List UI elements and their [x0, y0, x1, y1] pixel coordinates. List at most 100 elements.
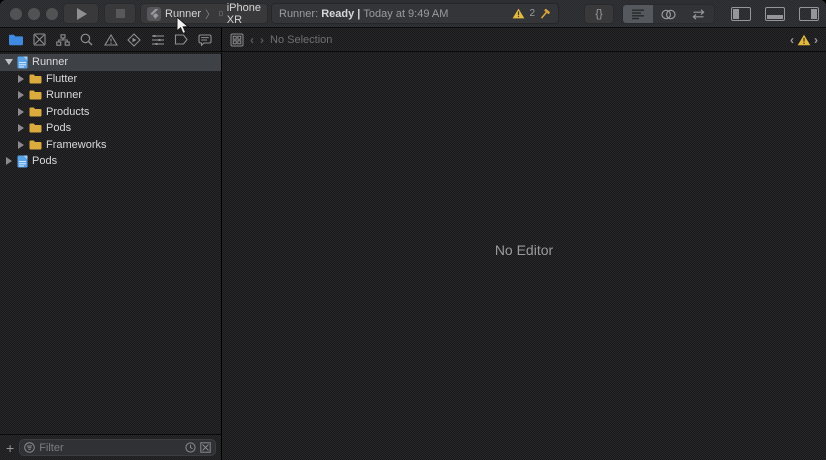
toggle-navigator-button[interactable]: [728, 5, 754, 23]
status-time: Today at 9:49 AM: [363, 7, 449, 20]
symbol-hierarchy-icon: [56, 33, 70, 46]
breakpoint-tag-icon: [175, 34, 189, 45]
tree-item-label: Flutter: [46, 72, 78, 85]
related-items-icon[interactable]: [230, 33, 244, 47]
toggle-debug-area-button[interactable]: [762, 5, 788, 23]
run-button[interactable]: [63, 3, 99, 24]
warning-triangle-icon: [513, 8, 525, 19]
standard-editor-icon: [632, 9, 645, 19]
navigator-filter-bar: +: [0, 434, 221, 460]
device-phone-icon: [219, 10, 223, 17]
window-close-button[interactable]: [10, 8, 22, 20]
test-diamond-icon: [127, 32, 141, 47]
play-icon: [77, 7, 87, 20]
tree-item-label: Products: [46, 105, 90, 118]
tree-item-label: Runner: [46, 89, 83, 102]
issue-warning-icon[interactable]: [797, 34, 811, 46]
tab-issue-navigator[interactable]: [102, 31, 120, 49]
flutter-target-icon: [147, 6, 161, 21]
toolbar: Runner 〉 iPhone XR Runner: Ready | Today…: [0, 0, 826, 28]
editor-mode-segmented-control: [622, 4, 715, 24]
folder-icon: [29, 140, 42, 150]
filter-input[interactable]: [39, 441, 182, 454]
tab-source-control-navigator[interactable]: [31, 31, 49, 49]
add-file-button[interactable]: +: [6, 441, 14, 455]
main-content: Runner Flutter Runner Products Pods Fram…: [0, 53, 826, 460]
filter-icon: [24, 442, 35, 453]
assistant-editor-icon: [661, 9, 676, 19]
editor-back-button[interactable]: ‹: [250, 33, 254, 47]
disclosure-triangle-icon[interactable]: [4, 59, 14, 66]
disclosure-triangle-icon[interactable]: [16, 91, 26, 100]
navigator-and-jump-bar: ‹ › No Selection ‹ ›: [0, 28, 826, 52]
folder-icon: [29, 107, 42, 117]
tree-item-label: Pods: [46, 122, 72, 135]
xcode-window: Runner 〉 iPhone XR Runner: Ready | Today…: [0, 0, 826, 460]
issue-triangle-icon: [103, 33, 118, 46]
editor-jump-bar: ‹ › No Selection ‹ ›: [222, 28, 826, 52]
tree-item-products-folder[interactable]: Products: [0, 104, 221, 121]
tab-find-navigator[interactable]: [78, 31, 96, 49]
recent-files-clock-icon[interactable]: [185, 442, 196, 453]
build-hammer-icon: [541, 8, 550, 18]
tab-test-navigator[interactable]: [125, 31, 143, 49]
disclosure-triangle-icon[interactable]: [16, 74, 26, 83]
window-minimize-button[interactable]: [28, 8, 40, 20]
warning-count: 2: [529, 8, 535, 19]
editor-forward-button[interactable]: ›: [260, 33, 264, 47]
folder-icon: [29, 90, 42, 100]
disclosure-triangle-icon[interactable]: [4, 157, 14, 166]
project-navigator-sidebar: Runner Flutter Runner Products Pods Fram…: [0, 53, 222, 460]
folder-icon: [9, 34, 23, 45]
scheme-separator-chevron: 〉: [205, 10, 216, 21]
curly-braces-icon: {}: [595, 8, 603, 20]
filter-field[interactable]: [19, 439, 217, 456]
tree-item-flutter-folder[interactable]: Flutter: [0, 71, 221, 88]
source-control-status-icon[interactable]: [200, 442, 211, 453]
standard-editor-segment[interactable]: [623, 5, 654, 23]
next-issue-button[interactable]: ›: [814, 33, 818, 47]
activity-status-view[interactable]: Runner: Ready | Today at 9:49 AM 2: [271, 3, 559, 24]
toggle-inspector-button[interactable]: [796, 5, 822, 23]
assistant-editor-segment[interactable]: [653, 5, 683, 23]
no-editor-placeholder: No Editor: [494, 241, 554, 258]
inspector-panel-icon: [799, 7, 819, 21]
navigator-panel-icon: [731, 7, 751, 21]
xcode-project-icon: [17, 56, 28, 69]
source-control-icon: [33, 33, 46, 46]
previous-issue-button[interactable]: ‹: [790, 33, 794, 47]
search-icon: [80, 33, 93, 46]
stop-button[interactable]: [104, 3, 136, 24]
library-button[interactable]: {}: [584, 4, 614, 24]
tree-item-pods-folder[interactable]: Pods: [0, 120, 221, 137]
tab-project-navigator[interactable]: [7, 31, 25, 49]
tree-item-pods-project[interactable]: Pods: [0, 153, 221, 170]
version-editor-segment[interactable]: [684, 5, 714, 23]
tree-item-runner-folder[interactable]: Runner: [0, 87, 221, 104]
debug-panel-icon: [765, 7, 785, 21]
disclosure-triangle-icon[interactable]: [16, 107, 26, 116]
folder-icon: [29, 74, 42, 84]
stop-icon: [115, 9, 125, 18]
tree-item-label: Frameworks: [46, 138, 107, 151]
tree-item-label: Pods: [32, 155, 58, 168]
disclosure-triangle-icon[interactable]: [16, 140, 26, 149]
tab-symbol-navigator[interactable]: [54, 31, 72, 49]
tree-item-runner-project[interactable]: Runner: [0, 54, 221, 71]
tab-report-navigator[interactable]: [196, 31, 214, 49]
mouse-cursor: [176, 16, 189, 35]
tree-item-label: Runner: [32, 56, 69, 69]
scheme-selector[interactable]: Runner 〉 iPhone XR: [140, 1, 268, 26]
report-bubble-icon: [198, 33, 212, 46]
version-editor-icon: [692, 8, 705, 20]
window-zoom-button[interactable]: [46, 8, 58, 20]
scheme-device: iPhone XR: [226, 1, 261, 26]
disclosure-triangle-icon[interactable]: [16, 124, 26, 133]
tab-debug-navigator[interactable]: [149, 31, 167, 49]
debug-gauge-icon: [151, 34, 164, 45]
status-state: Ready: [321, 7, 358, 20]
tree-item-frameworks-folder[interactable]: Frameworks: [0, 137, 221, 154]
status-project-label: Runner:: [279, 7, 322, 20]
folder-icon: [29, 123, 42, 133]
xcode-project-icon: [17, 155, 28, 168]
